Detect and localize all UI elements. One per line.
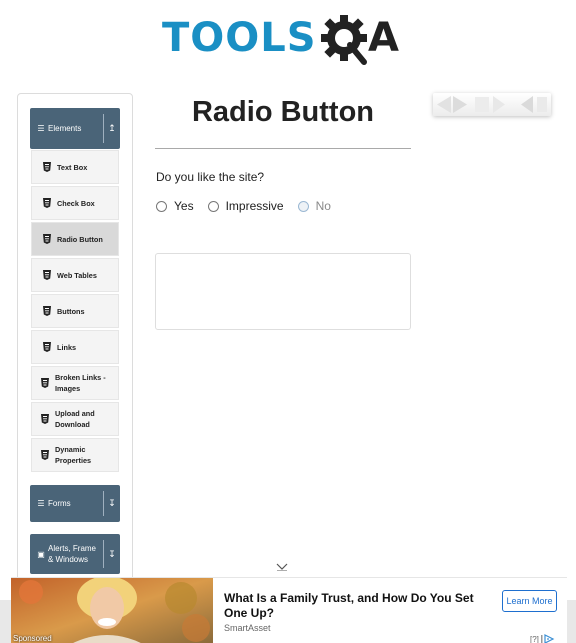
menu-item-label: Links (57, 342, 77, 352)
site-logo[interactable]: TOOLS A (162, 10, 408, 68)
ad-banner[interactable] (433, 93, 551, 116)
ad-arrows-icon (437, 96, 547, 113)
menu-item-dynamic-properties[interactable]: Dynamic Properties (31, 438, 119, 472)
radio-yes[interactable] (156, 200, 167, 212)
radio-label-yes[interactable]: Yes (174, 199, 194, 213)
group-header-alerts[interactable]: ▣ Alerts, Frame & Windows ↧ (30, 534, 120, 574)
html5-icon (43, 270, 51, 280)
menu-item-label: Broken Links - Images (55, 373, 106, 393)
menu-item-label: Web Tables (57, 270, 97, 280)
chevron-down-icon[interactable] (276, 562, 288, 572)
expand-arrow-icon[interactable]: ↧ (104, 549, 120, 560)
sponsored-label: Sponsored (13, 634, 52, 643)
menu-item-label: Upload and Download (55, 409, 95, 429)
menu-item-web-tables[interactable]: Web Tables (31, 258, 119, 292)
group-header-forms[interactable]: ☰ Forms ↧ (30, 485, 120, 522)
html5-icon (43, 306, 51, 316)
title-divider (155, 148, 411, 149)
menu-item-label: Radio Button (57, 234, 103, 244)
gear-icon (321, 15, 367, 65)
html5-icon (41, 450, 49, 460)
ad-headline[interactable]: What Is a Family Trust, and How Do You S… (224, 591, 499, 621)
menu-item-buttons[interactable]: Buttons (31, 294, 119, 328)
menu-item-label: Dynamic Properties (55, 445, 92, 465)
list-icon: ☰ (37, 124, 45, 133)
page-edge (567, 600, 576, 643)
radio-option-impressive[interactable]: Impressive (207, 199, 284, 213)
html5-icon (43, 198, 51, 208)
logo-text: TOOLS (162, 15, 317, 61)
page-edge (0, 600, 11, 643)
ad-source: SmartAsset (224, 623, 271, 633)
radio-label-no: No (315, 199, 331, 213)
html5-icon (43, 162, 51, 172)
group-label-elements: Elements (48, 124, 82, 133)
group-label-forms: Forms (48, 499, 71, 508)
menu-item-check-box[interactable]: Check Box (31, 186, 119, 220)
ad-help-link[interactable]: [?] (530, 635, 539, 643)
radio-impressive[interactable] (207, 200, 219, 212)
menu-item-broken-links[interactable]: Broken Links - Images (31, 366, 119, 400)
question-text: Do you like the site? (156, 170, 265, 184)
adchoices-icon[interactable] (540, 634, 555, 643)
html5-icon (43, 234, 51, 244)
collapse-arrow-icon[interactable]: ↥ (104, 123, 120, 134)
list-icon: ☰ (37, 499, 45, 508)
expand-arrow-icon[interactable]: ↧ (104, 498, 120, 509)
radio-option-no: No (297, 199, 331, 213)
radio-group: Yes Impressive No (156, 199, 345, 213)
group-header-elements[interactable]: ☰ Elements ↥ (30, 108, 120, 149)
menu-item-upload-download[interactable]: Upload and Download (31, 402, 119, 436)
page-title: Radio Button (191, 96, 374, 128)
html5-icon (41, 378, 49, 388)
radio-option-yes[interactable]: Yes (156, 199, 194, 213)
radio-label-impressive[interactable]: Impressive (226, 199, 284, 213)
ad-choices[interactable]: [?] (530, 634, 555, 643)
elements-menu: Text Box Check Box Radio Button Web Tabl… (31, 150, 119, 474)
ad-photo[interactable]: Sponsored (11, 578, 213, 643)
left-panel: ☰ Elements ↥ Text Box Check Box Radio Bu… (17, 93, 133, 643)
menu-item-radio-button[interactable]: Radio Button (31, 222, 119, 256)
window-icon: ▣ (37, 549, 45, 559)
bottom-ad[interactable]: Sponsored What Is a Family Trust, and Ho… (11, 577, 567, 643)
result-box (155, 253, 411, 330)
html5-icon (43, 342, 51, 352)
menu-item-links[interactable]: Links (31, 330, 119, 364)
radio-no (297, 200, 309, 212)
menu-item-text-box[interactable]: Text Box (31, 150, 119, 184)
logo-letter: A (368, 15, 399, 61)
menu-item-label: Buttons (57, 306, 85, 316)
group-label-alerts: Alerts, Frame & Windows (48, 544, 97, 564)
learn-more-button[interactable]: Learn More (502, 590, 557, 612)
html5-icon (41, 414, 49, 424)
menu-item-label: Check Box (57, 198, 95, 208)
menu-item-label: Text Box (57, 162, 88, 172)
